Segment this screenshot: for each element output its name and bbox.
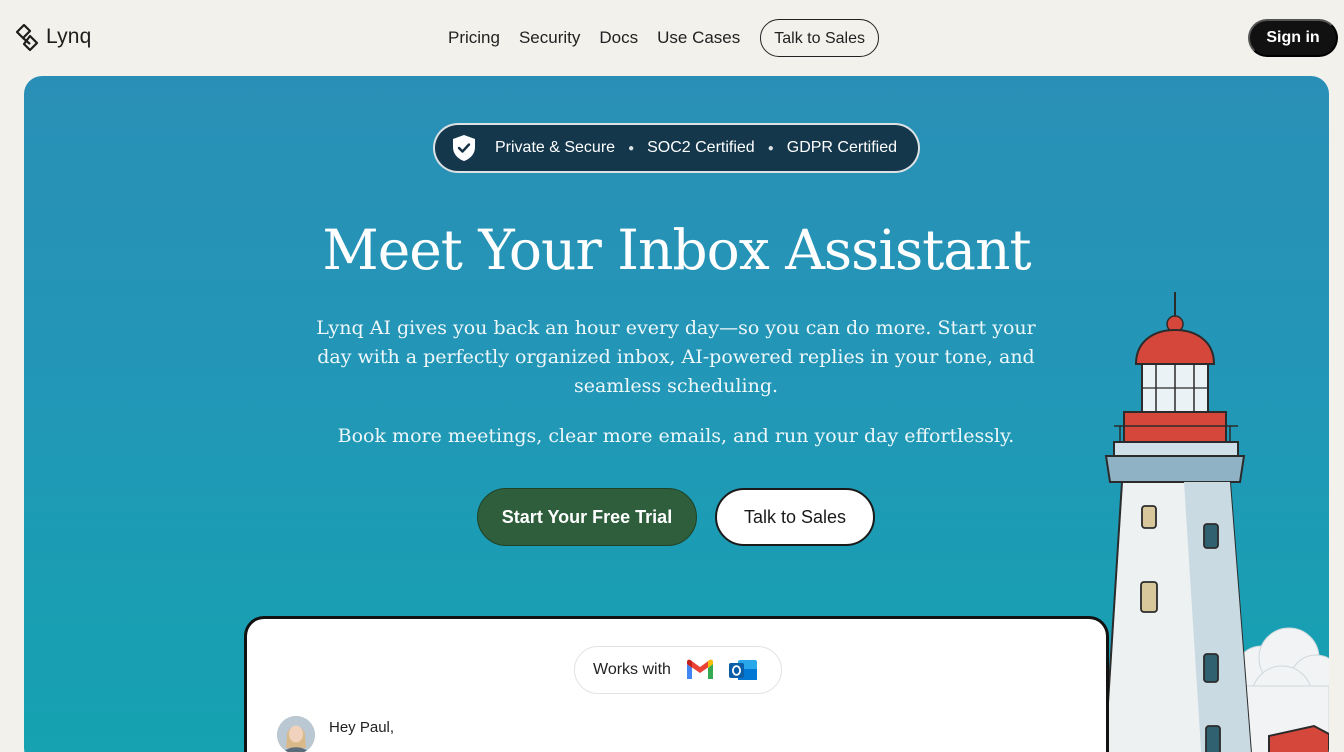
badge-private-secure: Private & Secure bbox=[495, 139, 616, 156]
brand-name: Lynq bbox=[46, 25, 92, 48]
nav-link-docs[interactable]: Docs bbox=[599, 19, 638, 57]
shield-check-icon bbox=[453, 135, 475, 161]
nav-talk-to-sales-button[interactable]: Talk to Sales bbox=[760, 19, 879, 57]
start-free-trial-button[interactable]: Start Your Free Trial bbox=[477, 488, 697, 546]
sender-avatar bbox=[277, 716, 315, 752]
brand-logo[interactable]: Lynq bbox=[14, 22, 92, 52]
badge-separator-dot: ● bbox=[767, 142, 774, 154]
email-greeting: Hey Paul, bbox=[329, 719, 395, 736]
lynq-logo-icon bbox=[15, 23, 39, 52]
outlook-icon bbox=[728, 660, 757, 680]
badge-separator-dot: ● bbox=[628, 142, 635, 154]
nav-link-use-cases[interactable]: Use Cases bbox=[657, 19, 740, 57]
gmail-icon bbox=[686, 659, 713, 679]
nav-link-pricing[interactable]: Pricing bbox=[448, 19, 500, 57]
hero-description: Lynq AI gives you back an hour every day… bbox=[316, 317, 1036, 397]
avatar-photo bbox=[277, 716, 315, 752]
email-preview-card: Works with Hey Paul, bbox=[244, 616, 1109, 752]
works-with-pill: Works with bbox=[574, 646, 782, 694]
badge-soc2: SOC2 Certified bbox=[647, 139, 755, 156]
hero-subtext: Book more meetings, clear more emails, a… bbox=[337, 425, 1015, 447]
security-badges: Private & Secure ● SOC2 Certified ● GDPR… bbox=[433, 123, 920, 173]
top-navigation: Lynq Pricing Security Docs Use Cases Tal… bbox=[0, 0, 1344, 76]
main-menu: Pricing Security Docs Use Cases Talk to … bbox=[448, 19, 879, 57]
sign-in-button[interactable]: Sign in bbox=[1248, 19, 1338, 57]
lighthouse-illustration bbox=[1103, 292, 1329, 752]
badge-gdpr: GDPR Certified bbox=[786, 139, 897, 156]
talk-to-sales-button[interactable]: Talk to Sales bbox=[715, 488, 875, 546]
hero-title: Meet Your Inbox Assistant bbox=[322, 218, 1031, 282]
nav-link-security[interactable]: Security bbox=[519, 19, 580, 57]
works-with-label: Works with bbox=[593, 661, 671, 678]
